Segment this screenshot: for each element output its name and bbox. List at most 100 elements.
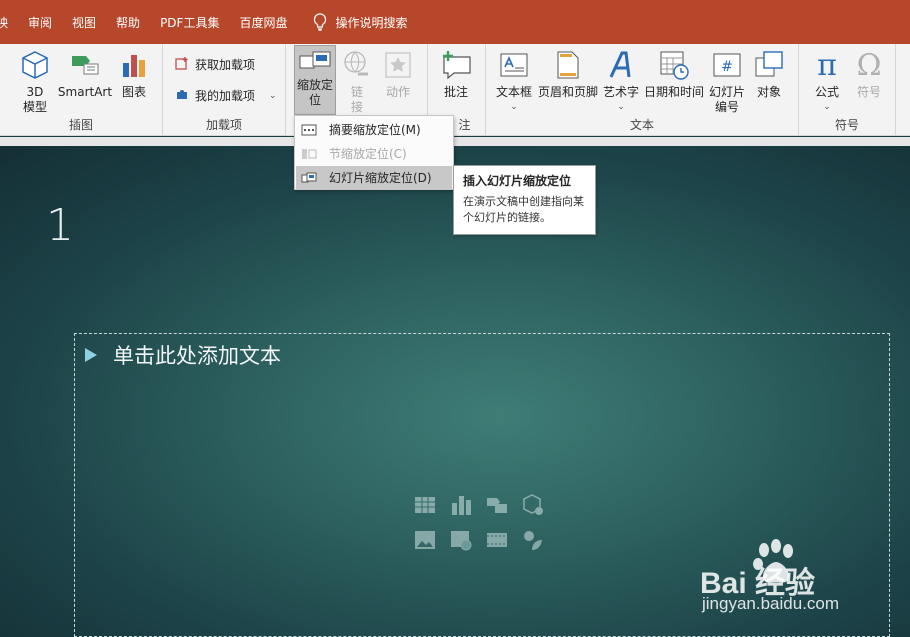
object-button[interactable]: 对象 <box>750 49 788 100</box>
section-zoom-item[interactable]: 节缩放定位(C) <box>296 142 452 165</box>
group-label-addins: 加载项 <box>205 118 242 132</box>
comment-button[interactable]: 批注 <box>436 49 476 100</box>
object-icon <box>753 49 785 81</box>
tell-me-search[interactable]: 操作说明搜索 <box>297 13 407 31</box>
star-action-icon <box>382 49 414 81</box>
calendar-clock-icon <box>658 49 690 81</box>
header-footer-label: 页眉和页脚 <box>537 85 598 99</box>
textbox-icon <box>498 49 530 81</box>
equation-button[interactable]: π 公式 ⌄ <box>807 49 847 115</box>
group-text: 文本框 ⌄ 页眉和页脚 艺术字 ⌄ 日期和时间 # 幻灯片编号 对象 文本 <box>486 44 799 136</box>
lightbulb-icon <box>313 13 327 31</box>
textbox-button[interactable]: 文本框 ⌄ <box>494 49 534 115</box>
symbol-button[interactable]: Ω 符号 <box>849 49 889 100</box>
my-addins-label: 我的加载项 <box>195 89 256 103</box>
tooltip-title: 插入幻灯片缩放定位 <box>463 174 572 188</box>
slide-number-label: 幻灯片编号 <box>708 85 745 114</box>
group-illustrations: 3D 模型 SmartArt 图表 插图 <box>0 44 163 136</box>
wordart-button[interactable]: 艺术字 ⌄ <box>602 49 640 115</box>
slide-number-text: 1 <box>46 200 74 251</box>
3d-model-label: 3D 模型 <box>22 85 47 114</box>
action-label: 动作 <box>385 85 410 99</box>
link-button[interactable]: 链接 <box>340 49 374 115</box>
chevron-down-icon: ⌄ <box>510 102 518 112</box>
pi-icon: π <box>817 47 837 83</box>
chevron-down-icon: ⌄ <box>823 102 831 112</box>
tab-view[interactable]: 视图 <box>62 0 106 44</box>
placeholder-bullet: 单击此处添加文本 <box>85 340 281 370</box>
summary-zoom-icon <box>301 124 317 136</box>
tab-help[interactable]: 帮助 <box>106 0 150 44</box>
summary-zoom-label: 摘要缩放定位(M) <box>329 123 421 137</box>
hash-slide-icon: # <box>711 49 743 81</box>
header-footer-button[interactable]: 页眉和页脚 <box>536 49 600 100</box>
comment-plus-icon <box>440 49 472 81</box>
insert-picture-icon[interactable] <box>414 529 436 551</box>
chevron-down-icon: ⌄ <box>617 102 625 112</box>
tab-baidu-netdisk[interactable]: 百度网盘 <box>229 0 297 44</box>
ribbon-divider <box>0 137 910 146</box>
textbox-label: 文本框 <box>495 85 532 99</box>
chart-label: 图表 <box>121 85 146 99</box>
zoom-dropdown-menu: 摘要缩放定位(M) 节缩放定位(C) 幻灯片缩放定位(D) <box>294 115 454 190</box>
zoom-label: 缩放定位 <box>296 78 333 107</box>
my-addins-button[interactable]: 我的加载项 ⌄ <box>175 87 277 104</box>
store-plus-icon <box>175 56 189 73</box>
section-zoom-icon <box>301 148 317 160</box>
zoom-button[interactable]: 缩放定位 ⌄ <box>294 45 336 120</box>
search-label: 操作说明搜索 <box>335 15 408 30</box>
cube-icon <box>19 49 51 81</box>
slide-zoom-label: 幻灯片缩放定位(D) <box>329 171 432 185</box>
group-addins: 获取加载项 我的加载项 ⌄ 加载项 <box>163 44 286 136</box>
equation-label: 公式 <box>814 85 839 99</box>
smartart-icon <box>69 49 101 81</box>
insert-chart-icon[interactable] <box>450 494 472 516</box>
insert-3d-model-icon[interactable] <box>522 494 544 516</box>
ribbon: 3D 模型 SmartArt 图表 插图 获取加载项 我的加载项 ⌄ 加载项 缩… <box>0 44 910 136</box>
chevron-down-icon: ⌄ <box>269 90 277 101</box>
slide-zoom-icon <box>301 172 317 184</box>
insert-smartart-icon[interactable] <box>486 494 508 516</box>
action-button[interactable]: 动作 <box>380 49 416 100</box>
omega-icon: Ω <box>856 47 882 83</box>
header-footer-icon <box>552 49 584 81</box>
wordart-label: 艺术字 <box>602 85 639 99</box>
globe-link-icon <box>341 49 373 81</box>
svg-text:#: # <box>721 59 733 75</box>
3d-model-button[interactable]: 3D 模型 <box>14 49 56 115</box>
tooltip-description: 在演示文稿中创建指向某个幻灯片的链接。 <box>463 195 584 224</box>
placeholder-text: 单击此处添加文本 <box>113 344 281 368</box>
smartart-label: SmartArt <box>57 85 113 99</box>
symbol-label: 符号 <box>856 85 881 99</box>
tab-slideshow-partial[interactable]: 映 <box>0 0 18 44</box>
insert-icons-icon[interactable] <box>522 529 544 551</box>
zoom-icon <box>299 50 331 74</box>
group-label-illustrations: 插图 <box>68 118 93 132</box>
bar-chart-icon <box>118 49 150 81</box>
datetime-button[interactable]: 日期和时间 <box>641 49 707 100</box>
insert-table-icon[interactable] <box>414 494 436 516</box>
chart-button[interactable]: 图表 <box>116 49 152 100</box>
datetime-label: 日期和时间 <box>643 85 704 99</box>
group-label-symbols: 符号 <box>834 118 859 132</box>
link-label: 链接 <box>350 85 363 114</box>
puzzle-icon <box>175 87 189 104</box>
tab-review[interactable]: 审阅 <box>18 0 62 44</box>
baidu-watermark: Bai 经验 jingyan.baidu.com <box>700 538 900 618</box>
get-addins-button[interactable]: 获取加载项 <box>175 56 255 73</box>
wordart-icon <box>605 49 637 81</box>
insert-online-picture-icon[interactable] <box>450 529 472 551</box>
watermark-url: jingyan.baidu.com <box>702 594 840 613</box>
slide-zoom-item[interactable]: 幻灯片缩放定位(D) <box>296 166 452 189</box>
tab-pdf-tools[interactable]: PDF工具集 <box>150 0 229 44</box>
section-zoom-label: 节缩放定位(C) <box>329 147 407 161</box>
smartart-button[interactable]: SmartArt <box>56 49 114 100</box>
group-symbols: π 公式 ⌄ Ω 符号 符号 <box>799 44 896 136</box>
slide-zoom-tooltip: 插入幻灯片缩放定位 在演示文稿中创建指向某个幻灯片的链接。 <box>453 165 596 235</box>
menu-bar: 映 审阅 视图 帮助 PDF工具集 百度网盘 操作说明搜索 <box>0 0 910 44</box>
comment-label: 批注 <box>443 85 468 99</box>
summary-zoom-item[interactable]: 摘要缩放定位(M) <box>296 118 452 141</box>
slide-number-button[interactable]: # 幻灯片编号 <box>707 49 747 115</box>
bullet-triangle-icon <box>85 348 97 362</box>
insert-video-icon[interactable] <box>486 529 508 551</box>
